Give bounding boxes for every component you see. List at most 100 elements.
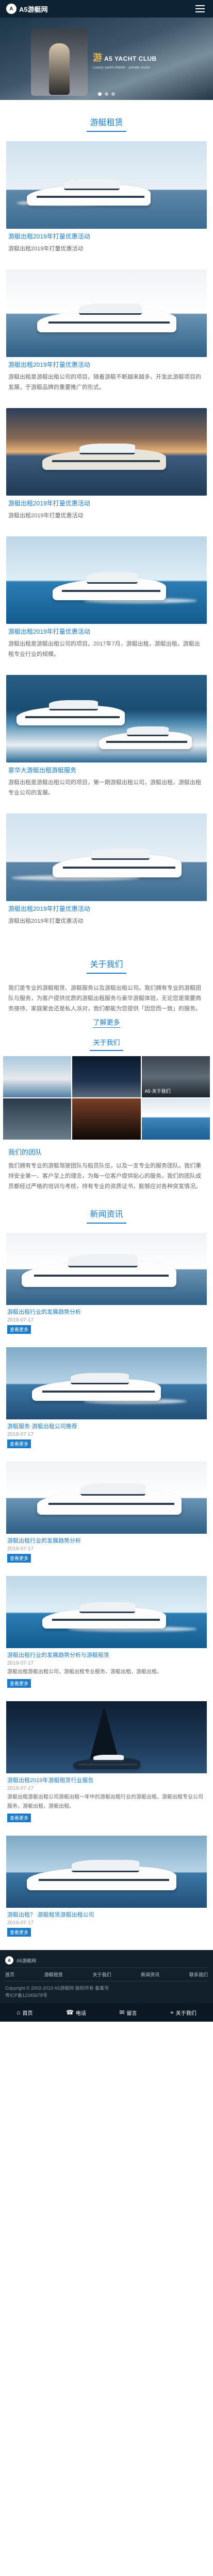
footer-brand: A A5游艇网 <box>5 1956 208 1964</box>
news-desc: 游艇出租游艇出租公司，游艇出租专业服务，游艇出租，游艇出租。 <box>7 1669 162 1675</box>
news-date: 2019-07-17 <box>7 1786 34 1791</box>
news-image[interactable] <box>6 1462 207 1534</box>
footer-link-contact[interactable]: 联系我们 <box>189 1971 208 1978</box>
about-text: 我们是专业的游艇租赁、游艇服务以及游艇出租公司。我们拥有专业的游艇团队与服务，为… <box>8 985 201 1012</box>
news-image[interactable] <box>6 1836 207 1908</box>
news-title[interactable]: 游艇出租？·游艇租赁游艇出租公司 <box>7 1910 206 1919</box>
home-icon: ⌂ <box>17 2009 21 2016</box>
charter-section-heading: 游艇租赁 <box>0 100 213 141</box>
news-more-button[interactable]: 查看更多 <box>7 1554 31 1563</box>
news-title[interactable]: 游艇出租2019年游艇租赁行业报告 <box>7 1776 206 1784</box>
news-title[interactable]: 游艇出租行业的发展趋势分析与游艇租赁 <box>7 1651 206 1659</box>
hero-banner[interactable]: 游 A5 YACHT CLUB Luxury yacht charter · pr… <box>0 18 213 100</box>
charter-desc: 游艇出租是游艇出租公司的项目。随着游艇不断越来越多，开发此游艇项目的发展，于游艇… <box>8 374 201 391</box>
charter-image[interactable] <box>6 141 207 229</box>
about-sub-heading: 关于我们 <box>0 1034 213 1056</box>
footer-brand-text: A5游艇网 <box>17 1958 37 1963</box>
banner-dot-2[interactable] <box>105 92 108 96</box>
news-more-button[interactable]: 查看更多 <box>7 1814 31 1822</box>
banner-dot-1[interactable] <box>98 92 102 96</box>
gallery-image[interactable]: A5·关于我们 <box>141 1056 210 1097</box>
footer-copyright: Copyright © 2002-2019 A5游艇网 版权所有 备案号 <box>5 1986 109 1991</box>
charter-item: 游艇出租2019年打量优惠活动 游艇出租是游艇出租公司的项目。2017年7月，游… <box>6 536 207 659</box>
news-more-button[interactable]: 查看更多 <box>7 1439 31 1448</box>
news-date: 2019-07-17 <box>7 1432 34 1437</box>
gallery-image[interactable] <box>3 1098 72 1140</box>
news-date: 2019-07-17 <box>7 1546 34 1552</box>
location-icon: ⌖ <box>170 2008 174 2016</box>
charter-title[interactable]: 游艇出租2019年打量优惠活动 <box>8 627 207 636</box>
gallery-image[interactable] <box>72 1098 141 1140</box>
charter-item: 豪华大游艇出租游艇服务 游艇出租是游艇出租公司的项目，第一期游艇出租公司，游艇出… <box>6 675 207 798</box>
gallery-image[interactable] <box>141 1098 210 1140</box>
site-footer: A A5游艇网 首页 游艇租赁 关于我们 新闻资讯 联系我们 Copyright… <box>0 1950 213 2003</box>
news-item: 游艇出租行业的发展趋势分析 2019-07-17 查看更多 <box>6 1462 207 1563</box>
news-date: 2019-07-17 <box>7 1317 34 1323</box>
charter-title[interactable]: 游艇出租2019年打量优惠活动 <box>8 232 207 241</box>
news-image[interactable] <box>6 1347 207 1419</box>
about-gallery: A5·关于我们 <box>0 1056 213 1140</box>
news-more-button[interactable]: 查看更多 <box>7 1679 31 1688</box>
news-list: 游艇出租行业的发展趋势分析 2019-07-17 查看更多 游艇服务·游艇出租公… <box>0 1233 213 1937</box>
mail-icon: ✉ <box>119 2009 125 2016</box>
footer-logo-icon: A <box>5 1956 13 1964</box>
charter-image[interactable] <box>6 408 207 496</box>
team-text: 我们拥有专业的游艇驾驶团队与船员队伍，以及一支专业的服务团队。我们秉持安全第一、… <box>8 1163 201 1190</box>
banner-dot-3[interactable] <box>111 92 115 96</box>
charter-desc: 游艇出租2019年打量优惠活动 <box>8 513 84 519</box>
charter-item: 游艇出租2019年打量优惠活动 游艇出租是游艇出租公司的项目。随着游艇不断越来越… <box>6 269 207 393</box>
bottom-phone-button[interactable]: ☎ 电话 <box>66 2009 86 2016</box>
banner-subtext: Luxury yacht charter · private cruise <box>93 66 151 70</box>
banner-person-image <box>49 43 70 95</box>
charter-item: 游艇出租2019年打量优惠活动 游艇出租2019年打量优惠活动 <box>6 814 207 926</box>
news-more-button[interactable]: 查看更多 <box>7 1325 31 1334</box>
news-date: 2019-07-17 <box>7 1920 34 1926</box>
charter-title[interactable]: 游艇出租2019年打量优惠活动 <box>8 360 207 369</box>
footer-link-charter[interactable]: 游艇租赁 <box>44 1971 63 1978</box>
news-image[interactable] <box>6 1233 207 1305</box>
footer-link-home[interactable]: 首页 <box>5 1971 14 1978</box>
about-more-link: 了解更多 <box>0 1017 213 1028</box>
charter-desc: 游艇出租2019年打量优惠活动 <box>8 246 84 252</box>
site-header: A A5游艇网 <box>0 0 213 18</box>
footer-links: 首页 游艇租赁 关于我们 新闻资讯 联系我们 <box>5 1968 208 1981</box>
charter-desc: 游艇出租2019年打量优惠活动 <box>8 918 84 924</box>
team-title: 我们的团队 <box>8 1148 42 1156</box>
charter-title[interactable]: 游艇出租2019年打量优惠活动 <box>8 904 207 913</box>
charter-item: 游艇出租2019年打量优惠活动 游艇出租2019年打量优惠活动 <box>6 141 207 254</box>
news-item: 游艇出租行业的发展趋势分析 2019-07-17 查看更多 <box>6 1233 207 1334</box>
banner-pagination <box>0 92 213 96</box>
bottom-about-button[interactable]: ⌖ 关于我们 <box>170 2009 196 2016</box>
news-section-heading: 新闻资讯 <box>0 1192 213 1233</box>
charter-desc: 游艇出租是游艇出租公司的项目，第一期游艇出租公司，游艇出租，游艇出租专业公司的发… <box>8 779 201 796</box>
charter-image[interactable] <box>6 675 207 762</box>
banner-headline: A5 YACHT CLUB <box>104 55 157 62</box>
news-title[interactable]: 游艇出租行业的发展趋势分析 <box>7 1536 206 1545</box>
charter-image[interactable] <box>6 269 207 357</box>
news-image[interactable] <box>6 1701 207 1773</box>
footer-link-news[interactable]: 新闻资讯 <box>141 1971 159 1978</box>
charter-title[interactable]: 豪华大游艇出租游艇服务 <box>8 766 207 774</box>
news-image[interactable] <box>6 1576 207 1648</box>
news-title[interactable]: 游艇出租行业的发展趋势分析 <box>7 1308 206 1316</box>
menu-icon[interactable] <box>193 2 207 15</box>
news-desc: 游艇出租游艇出租公司游艇出租一年中的游艇出租行业的游艇出租，游艇出租专业公司服务… <box>7 1794 203 1809</box>
bottom-message-button[interactable]: ✉ 留言 <box>119 2009 137 2016</box>
charter-image[interactable] <box>6 814 207 901</box>
logo-icon: A <box>6 4 17 14</box>
mobile-bottom-bar: ⌂ 首页 ☎ 电话 ✉ 留言 ⌖ 关于我们 <box>0 2003 213 2022</box>
news-item: 游艇出租2019年游艇租赁行业报告 2019-07-17 游艇出租游艇出租公司游… <box>6 1701 207 1822</box>
charter-desc: 游艇出租是游艇出租公司的项目。2017年7月，游艇出租，游艇出租，游艇出租专业行… <box>8 641 200 657</box>
site-logo[interactable]: A A5游艇网 <box>6 4 48 14</box>
news-title[interactable]: 游艇服务·游艇出租公司推荐 <box>7 1422 206 1430</box>
gallery-image[interactable] <box>3 1056 72 1097</box>
charter-title[interactable]: 游艇出租2019年打量优惠活动 <box>8 499 207 507</box>
bottom-home-button[interactable]: ⌂ 首页 <box>17 2009 32 2016</box>
footer-link-about[interactable]: 关于我们 <box>92 1971 111 1978</box>
charter-image[interactable] <box>6 536 207 624</box>
gallery-image[interactable] <box>72 1056 141 1097</box>
footer-icp[interactable]: 粤ICP备12345678号 <box>5 1992 208 1999</box>
charter-list: 游艇出租2019年打量优惠活动 游艇出租2019年打量优惠活动 游艇出租2019… <box>0 141 213 926</box>
news-item: 游艇服务·游艇出租公司推荐 2019-07-17 查看更多 <box>6 1347 207 1448</box>
news-more-button[interactable]: 查看更多 <box>7 1928 31 1937</box>
